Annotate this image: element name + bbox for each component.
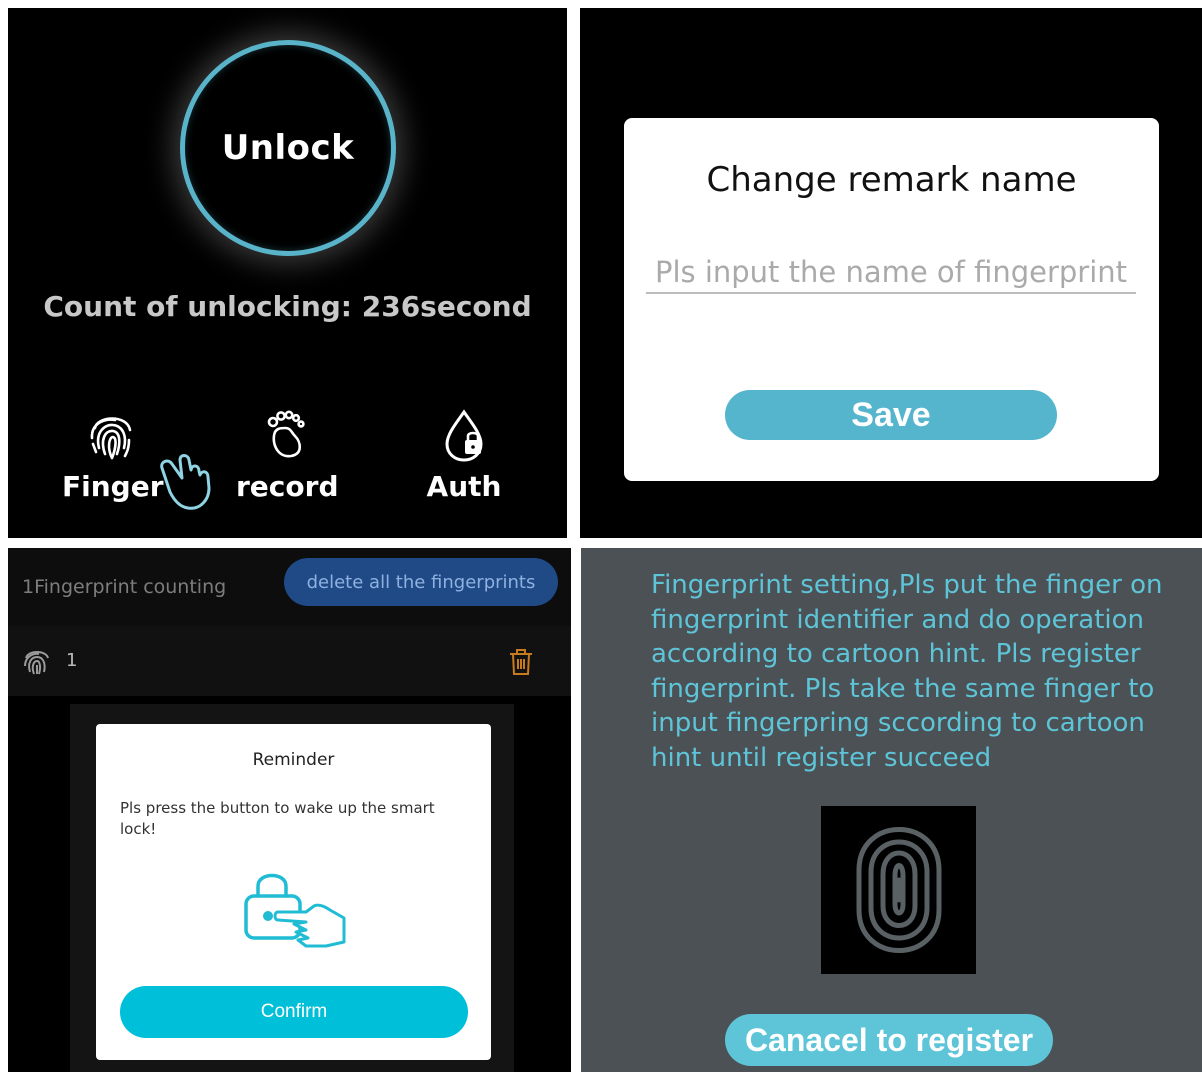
nav-finger-button[interactable]: Finger bbox=[62, 408, 164, 503]
fingerprint-header: 1Fingerprint counting delete all the fin… bbox=[8, 548, 571, 626]
fingerprint-scan-area bbox=[821, 806, 976, 974]
nav-finger-label: Finger bbox=[62, 470, 164, 503]
nav-auth-label: Auth bbox=[426, 470, 502, 503]
drop-lock-icon bbox=[445, 409, 483, 462]
fingerprint-icon bbox=[90, 417, 132, 460]
lock-press-illustration-icon bbox=[244, 873, 346, 948]
confirm-button[interactable]: Confirm bbox=[120, 986, 468, 1038]
fingerprint-name-input[interactable] bbox=[646, 252, 1136, 294]
hand-pointer-icon bbox=[160, 454, 211, 510]
footprint-icon bbox=[267, 410, 305, 458]
save-button[interactable]: Save bbox=[725, 390, 1057, 440]
reminder-title: Reminder bbox=[252, 750, 335, 770]
cancel-register-button[interactable]: Canacel to register bbox=[725, 1014, 1053, 1066]
overlay-left bbox=[8, 704, 70, 1072]
fingerprint-register-panel: Fingerprint setting,Pls put the finger o… bbox=[581, 548, 1202, 1072]
reminder-dialog: Reminder Pls press the button to wake up… bbox=[96, 724, 491, 1060]
unlock-home-panel: Unlock Count of unlocking: 236second Fin… bbox=[8, 8, 567, 538]
rename-dialog: Change remark name Save bbox=[624, 118, 1159, 481]
unlock-button[interactable]: Unlock bbox=[180, 40, 396, 256]
fingerprint-list-panel: 1Fingerprint counting delete all the fin… bbox=[8, 548, 571, 1072]
nav-record-label: record bbox=[236, 470, 339, 503]
unlock-count-text: Count of unlocking: 236second bbox=[43, 290, 532, 323]
fingerprint-icon bbox=[856, 827, 941, 953]
trash-icon[interactable] bbox=[508, 648, 534, 676]
fingerprint-icon bbox=[24, 651, 49, 675]
reminder-message: Pls press the button to wake up the smar… bbox=[120, 799, 435, 838]
delete-all-button[interactable]: delete all the fingerprints bbox=[284, 558, 558, 606]
list-item[interactable]: 1 bbox=[8, 626, 571, 696]
nav-record-button[interactable]: record bbox=[236, 408, 339, 503]
unlock-label: Unlock bbox=[221, 128, 355, 168]
register-instructions: Fingerprint setting,Pls put the finger o… bbox=[651, 570, 1163, 773]
fingerprint-count-text: 1Fingerprint counting bbox=[22, 576, 227, 598]
dialog-title: Change remark name bbox=[706, 160, 1077, 200]
nav-auth-button[interactable]: Auth bbox=[414, 408, 514, 503]
fingerprint-name: 1 bbox=[66, 650, 78, 671]
rename-panel: Change remark name Save bbox=[580, 8, 1202, 538]
